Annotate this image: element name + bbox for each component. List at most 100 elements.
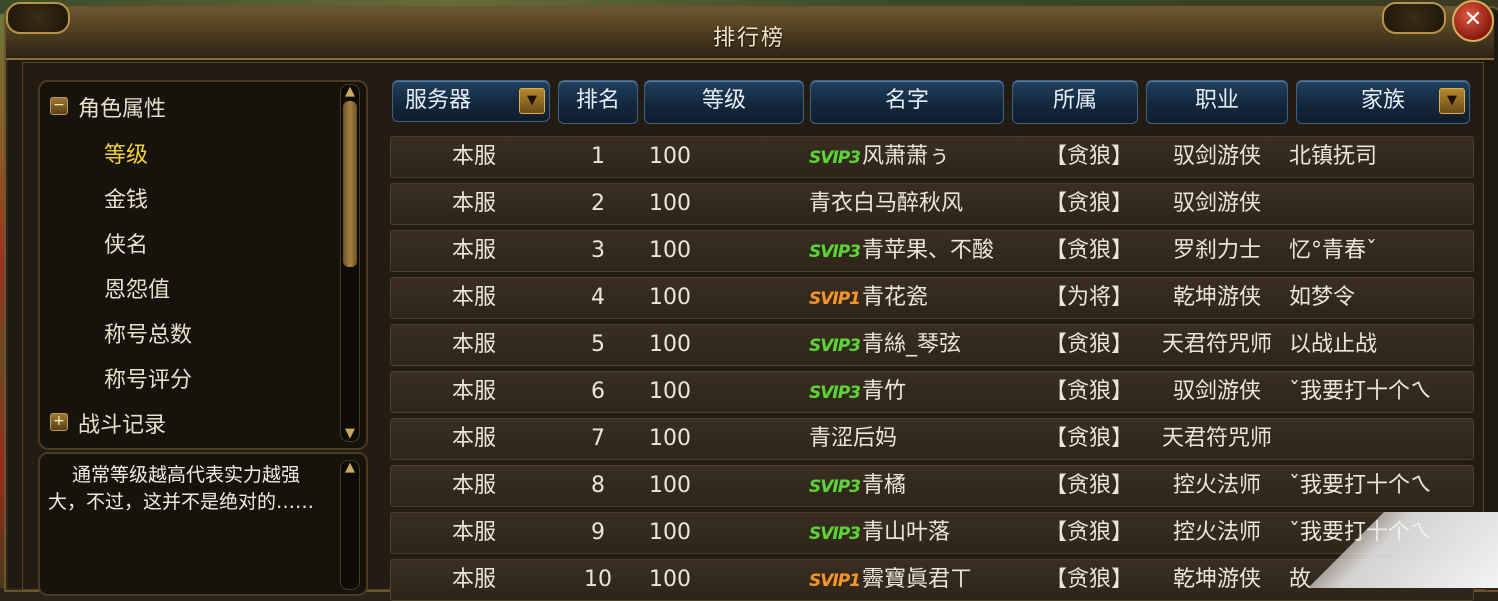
cell-level-text: 100 xyxy=(649,473,691,498)
scroll-up-arrow-icon[interactable]: ▲ xyxy=(341,85,359,99)
expand-toggle-icon[interactable]: + xyxy=(50,413,68,431)
cell-rank-text: 5 xyxy=(591,332,605,357)
cell-server: 本服 xyxy=(431,513,517,553)
category-scrollbar[interactable]: ▲ ▼ xyxy=(340,84,360,442)
cell-family: 以战止战 xyxy=(1289,325,1473,365)
cell-belong-text: 【贪狼】 xyxy=(1044,191,1133,216)
scroll-up-arrow-icon[interactable]: ▲ xyxy=(341,461,359,475)
cell-family-text: 北镇抚司 xyxy=(1289,144,1378,169)
table-row[interactable]: 本服 5 100 SVIP3青絲_琴弦 【贪狼】 天君符咒师 以战止战 xyxy=(390,324,1474,366)
table-row[interactable]: 本服 8 100 SVIP3青橘 【贪狼】 控火法师 ˇ我要打十个ㄟ xyxy=(390,465,1474,507)
cell-belong-text: 【贪狼】 xyxy=(1044,332,1133,357)
table-row[interactable]: 本服 4 100 SVIP1青花瓷 【为将】 乾坤游侠 如梦令 xyxy=(390,277,1474,319)
cell-job-text: 控火法师 xyxy=(1172,473,1261,498)
cell-job-text: 罗刹力士 xyxy=(1172,238,1261,263)
cell-name: SVIP3青絲_琴弦 xyxy=(809,325,1009,365)
category-item-hero-name[interactable]: 侠名 xyxy=(104,227,148,259)
cell-name-text: 青衣白马醉秋风 xyxy=(809,191,964,216)
category-item-grudge[interactable]: 恩怨值 xyxy=(104,272,170,304)
cell-level: 100 xyxy=(649,466,729,506)
cell-level: 100 xyxy=(649,419,729,459)
cell-rank: 1 xyxy=(561,137,635,177)
cell-job: 乾坤游侠 xyxy=(1147,278,1287,318)
cell-name: SVIP3青山叶落 xyxy=(809,513,1009,553)
cell-server: 本服 xyxy=(431,466,517,506)
cell-server-text: 本服 xyxy=(451,379,496,404)
cell-family: ˇ我要打十个ㄟ xyxy=(1289,372,1473,412)
cell-rank-text: 9 xyxy=(591,520,605,545)
column-header-family[interactable]: 家族 ▼ xyxy=(1296,80,1470,124)
cell-belong-text: 【贪狼】 xyxy=(1044,238,1133,263)
cell-name: SVIP1青花瓷 xyxy=(809,278,1009,318)
close-button[interactable]: ✕ xyxy=(1452,0,1494,42)
category-item-money[interactable]: 金钱 xyxy=(104,182,148,214)
category-panel xyxy=(38,80,368,450)
server-dropdown-icon[interactable]: ▼ xyxy=(519,88,545,114)
cell-server: 本服 xyxy=(431,419,517,459)
cell-server: 本服 xyxy=(431,184,517,224)
column-header-server[interactable]: 服务器 ▼ xyxy=(392,80,550,122)
cell-job: 天君符咒师 xyxy=(1147,325,1287,365)
svip-badge-icon: SVIP3 xyxy=(809,148,861,168)
cell-job-text: 驭剑游侠 xyxy=(1172,379,1261,404)
description-scrollbar[interactable]: ▲ xyxy=(340,460,360,590)
table-row[interactable]: 本服 6 100 SVIP3青竹 【贪狼】 驭剑游侠 ˇ我要打十个ㄟ xyxy=(390,371,1474,413)
cell-rank: 6 xyxy=(561,372,635,412)
cell-job: 天君符咒师 xyxy=(1147,419,1287,459)
cell-belong: 【贪狼】 xyxy=(1027,372,1151,412)
category-item-level[interactable]: 等级 xyxy=(104,137,148,169)
cell-belong-text: 【贪狼】 xyxy=(1044,520,1133,545)
scroll-down-arrow-icon[interactable]: ▼ xyxy=(341,427,359,441)
table-row[interactable]: 本服 10 100 SVIP1霽寶眞君ㄒ 【贪狼】 乾坤游侠 故 xyxy=(390,559,1474,601)
column-header-name[interactable]: 名字 xyxy=(810,80,1004,124)
category-group-role-attributes[interactable]: 角色属性 xyxy=(78,91,166,123)
cell-belong-text: 【贪狼】 xyxy=(1044,144,1133,169)
cell-rank: 3 xyxy=(561,231,635,271)
category-item-title-score[interactable]: 称号评分 xyxy=(104,362,192,394)
cell-belong-text: 【贪狼】 xyxy=(1044,426,1133,451)
cell-level: 100 xyxy=(649,137,729,177)
column-header-rank[interactable]: 排名 xyxy=(558,80,638,124)
column-header-family-label: 家族 xyxy=(1360,88,1405,113)
cell-level: 100 xyxy=(649,278,729,318)
cell-job-text: 乾坤游侠 xyxy=(1172,567,1261,592)
cell-job: 乾坤游侠 xyxy=(1147,560,1287,600)
cell-rank-text: 4 xyxy=(591,285,605,310)
column-header-job[interactable]: 职业 xyxy=(1146,80,1288,124)
svip-badge-icon: SVIP3 xyxy=(809,242,861,262)
collapse-toggle-icon[interactable]: − xyxy=(50,97,68,115)
cell-name-text: 青竹 xyxy=(862,379,907,404)
cell-family-text: 故 xyxy=(1289,567,1312,592)
table-row[interactable]: 本服 2 100 青衣白马醉秋风 【贪狼】 驭剑游侠 xyxy=(390,183,1474,225)
cell-server-text: 本服 xyxy=(451,332,496,357)
window-title: 排行榜 xyxy=(712,26,785,51)
table-row[interactable]: 本服 3 100 SVIP3青苹果、不酸 【贪狼】 罗刹力士 忆°青春ˇ xyxy=(390,230,1474,272)
cell-name-text: 霽寶眞君ㄒ xyxy=(862,567,973,592)
category-scroll-thumb[interactable] xyxy=(343,101,357,267)
family-dropdown-icon[interactable]: ▼ xyxy=(1439,88,1465,114)
cell-rank: 9 xyxy=(561,513,635,553)
column-header-level[interactable]: 等级 xyxy=(644,80,804,124)
cell-server: 本服 xyxy=(431,372,517,412)
cell-server: 本服 xyxy=(431,560,517,600)
column-header-belong[interactable]: 所属 xyxy=(1012,80,1138,124)
cell-rank: 7 xyxy=(561,419,635,459)
cell-level-text: 100 xyxy=(649,520,691,545)
svip-badge-icon: SVIP3 xyxy=(809,477,861,497)
table-row[interactable]: 本服 7 100 青涩后妈 【贪狼】 天君符咒师 xyxy=(390,418,1474,460)
cell-family: 忆°青春ˇ xyxy=(1289,231,1473,271)
cell-belong: 【贪狼】 xyxy=(1027,466,1151,506)
cell-server-text: 本服 xyxy=(451,191,496,216)
table-row[interactable]: 本服 9 100 SVIP3青山叶落 【贪狼】 控火法师 ˇ我要打十个ㄟ xyxy=(390,512,1474,554)
table-row[interactable]: 本服 1 100 SVIP3风萧萧ぅ 【贪狼】 驭剑游侠 北镇抚司 xyxy=(390,136,1474,178)
svip-badge-icon: SVIP3 xyxy=(809,524,861,544)
cell-level: 100 xyxy=(649,231,729,271)
category-item-title-count[interactable]: 称号总数 xyxy=(104,317,192,349)
cell-family: 如梦令 xyxy=(1289,278,1473,318)
cell-server-text: 本服 xyxy=(451,567,496,592)
category-group-battle-record[interactable]: 战斗记录 xyxy=(78,407,166,439)
cell-level-text: 100 xyxy=(649,426,691,451)
cell-rank-text: 8 xyxy=(591,473,605,498)
cell-server: 本服 xyxy=(431,137,517,177)
cell-job: 控火法师 xyxy=(1147,466,1287,506)
